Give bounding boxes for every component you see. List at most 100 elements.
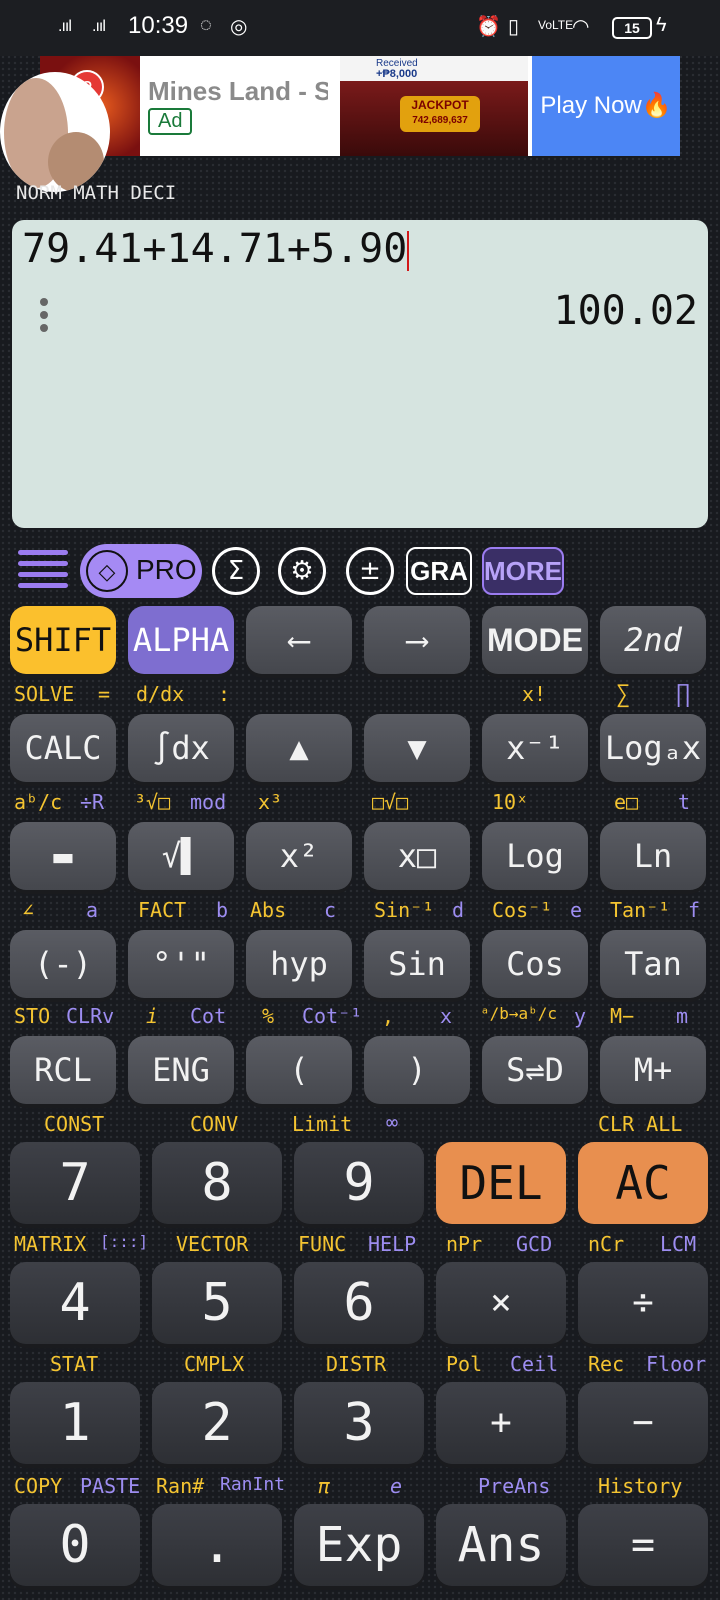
- label-clr-all: CLR ALL: [598, 1112, 683, 1136]
- sqrt-key[interactable]: √▌: [128, 822, 234, 890]
- menu-icon[interactable]: [18, 544, 68, 598]
- label-gcd: GCD: [516, 1232, 553, 1256]
- digit-1-key[interactable]: 1: [10, 1382, 140, 1464]
- label-paste: PASTE: [80, 1474, 141, 1498]
- minus-key[interactable]: −: [578, 1382, 708, 1464]
- label-m-minus: M−: [610, 1004, 635, 1028]
- clock: 10:39: [128, 12, 189, 39]
- decimal-point-key[interactable]: .: [152, 1504, 282, 1586]
- digit-5-key[interactable]: 5: [152, 1262, 282, 1344]
- label-t: t: [678, 790, 691, 814]
- label-floor: Floor: [646, 1352, 707, 1376]
- log-base-key[interactable]: Logₐx: [600, 714, 706, 782]
- digit-2-key[interactable]: 2: [152, 1382, 282, 1464]
- more-options-icon[interactable]: [40, 298, 50, 337]
- vibrate-icon: ▯: [508, 16, 520, 38]
- integral-key[interactable]: ∫dx: [128, 714, 234, 782]
- ad-banner[interactable]: 2 Mines Land - Sl Ad Received +₱8,000 JA…: [40, 56, 680, 156]
- exp-key[interactable]: Exp: [294, 1504, 424, 1586]
- label-ncr: nCr: [588, 1232, 625, 1256]
- square-key[interactable]: x²: [246, 822, 352, 890]
- label-help: HELP: [368, 1232, 417, 1256]
- label-lcm: LCM: [660, 1232, 697, 1256]
- label-var-m: m: [676, 1004, 689, 1028]
- multiply-key[interactable]: ×: [436, 1262, 566, 1344]
- label-factorial: x!: [522, 682, 547, 706]
- cursor-left-key[interactable]: ⟵: [246, 606, 352, 674]
- play-now-button[interactable]: Play Now🔥: [532, 56, 680, 156]
- negative-key[interactable]: (-): [10, 930, 116, 998]
- label-pi: π: [318, 1474, 331, 1498]
- sin-key[interactable]: Sin: [364, 930, 470, 998]
- label-abs: Abs: [250, 898, 287, 922]
- mode-key[interactable]: MODE: [482, 606, 588, 674]
- log-key[interactable]: Log: [482, 822, 588, 890]
- degree-key[interactable]: °'": [128, 930, 234, 998]
- matrix-icon: [:::]: [100, 1232, 149, 1251]
- pro-label: PRO: [136, 554, 197, 585]
- label-preans: PreAns: [478, 1474, 551, 1498]
- more-button[interactable]: MORE: [482, 547, 564, 595]
- delete-key[interactable]: DEL: [436, 1142, 566, 1224]
- plus-key[interactable]: +: [436, 1382, 566, 1464]
- cursor-up-key[interactable]: ▲: [246, 714, 352, 782]
- label-var-e: e: [570, 898, 583, 922]
- calc-key[interactable]: CALC: [10, 714, 116, 782]
- label-equals: =: [98, 682, 111, 706]
- label-percent: %: [262, 1004, 275, 1028]
- label-imaginary: i: [146, 1004, 159, 1028]
- gear-icon[interactable]: ⚙: [278, 547, 326, 595]
- graph-button[interactable]: GRA: [406, 547, 472, 595]
- sigma-icon[interactable]: Σ: [212, 547, 260, 595]
- digit-4-key[interactable]: 4: [10, 1262, 140, 1344]
- calculator-display[interactable]: 79.41+14.71+5.90 100.02: [12, 220, 708, 528]
- label-stat: STAT: [50, 1352, 99, 1376]
- alpha-key[interactable]: ALPHA: [128, 606, 234, 674]
- label-solve: SOLVE: [14, 682, 75, 706]
- plus-minus-icon[interactable]: ±: [346, 547, 394, 595]
- label-var-d: d: [452, 898, 465, 922]
- ln-key[interactable]: Ln: [600, 822, 706, 890]
- close-paren-key[interactable]: ): [364, 1036, 470, 1104]
- chat-head-avatar[interactable]: [0, 72, 110, 192]
- digit-9-key[interactable]: 9: [294, 1142, 424, 1224]
- ans-key[interactable]: Ans: [436, 1504, 566, 1586]
- all-clear-key[interactable]: AC: [578, 1142, 708, 1224]
- jackpot-text: JACKPOT: [411, 98, 469, 112]
- tan-key[interactable]: Tan: [600, 930, 706, 998]
- label-angle: ∠: [22, 898, 35, 922]
- label-random: Ran#: [156, 1474, 205, 1498]
- label-sto: STO: [14, 1004, 51, 1028]
- cursor-down-key[interactable]: ▼: [364, 714, 470, 782]
- m-plus-key[interactable]: M+: [600, 1036, 706, 1104]
- 2nd-key[interactable]: 2nd: [600, 606, 706, 674]
- cos-key[interactable]: Cos: [482, 930, 588, 998]
- hyp-key[interactable]: hyp: [246, 930, 352, 998]
- ad-title[interactable]: Mines Land - Sl: [148, 76, 328, 107]
- digit-6-key[interactable]: 6: [294, 1262, 424, 1344]
- equals-key[interactable]: =: [578, 1504, 708, 1586]
- cursor-right-key[interactable]: ⟶: [364, 606, 470, 674]
- digit-3-key[interactable]: 3: [294, 1382, 424, 1464]
- label-div-remainder: ÷R: [80, 790, 105, 814]
- fraction-key[interactable]: ▬: [10, 822, 116, 890]
- digit-7-key[interactable]: 7: [10, 1142, 140, 1224]
- label-nth-root: □√□: [372, 790, 409, 814]
- expression-line[interactable]: 79.41+14.71+5.90: [22, 226, 410, 272]
- open-paren-key[interactable]: (: [246, 1036, 352, 1104]
- text-cursor: [407, 231, 410, 271]
- label-atan: Tan⁻¹: [610, 898, 671, 922]
- label-var-x: x: [440, 1004, 453, 1028]
- divide-key[interactable]: ÷: [578, 1262, 708, 1344]
- reciprocal-key[interactable]: x⁻¹: [482, 714, 588, 782]
- rcl-key[interactable]: RCL: [10, 1036, 116, 1104]
- pro-button[interactable]: ◇ PRO: [80, 544, 202, 598]
- eng-key[interactable]: ENG: [128, 1036, 234, 1104]
- digit-8-key[interactable]: 8: [152, 1142, 282, 1224]
- label-limit: Limit: [292, 1112, 353, 1136]
- s-to-d-key[interactable]: S⇌D: [482, 1036, 588, 1104]
- shift-key[interactable]: SHIFT: [10, 606, 116, 674]
- label-rec: Rec: [588, 1352, 625, 1376]
- power-key[interactable]: x□: [364, 822, 470, 890]
- digit-0-key[interactable]: 0: [10, 1504, 140, 1586]
